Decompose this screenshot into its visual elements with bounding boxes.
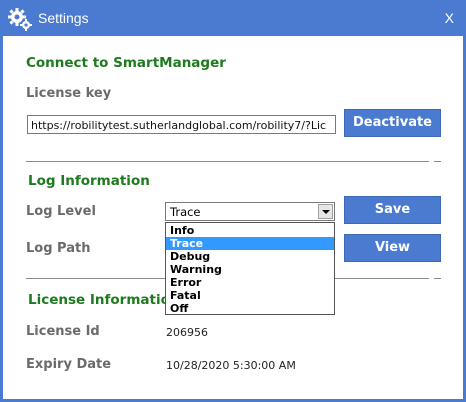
expiry-date-label: Expiry Date	[26, 357, 112, 372]
title-bar[interactable]: Settings X	[0, 0, 466, 36]
settings-window: Settings X Connect to SmartManager Licen…	[0, 0, 466, 402]
separator-1	[26, 161, 429, 162]
chevron-down-icon[interactable]	[318, 204, 333, 219]
connect-section-title: Connect to SmartManager	[26, 55, 226, 71]
dropdown-option-fatal[interactable]: Fatal	[166, 289, 334, 302]
settings-panel: Connect to SmartManager License key http…	[3, 36, 463, 399]
log-path-label: Log Path	[26, 241, 91, 256]
separator-2-tail	[434, 278, 441, 279]
dropdown-option-info[interactable]: Info	[166, 224, 334, 237]
log-level-selected-value: Trace	[170, 205, 201, 219]
log-level-label: Log Level	[26, 204, 96, 219]
license-section-title: License Information	[28, 292, 180, 308]
close-button[interactable]: X	[445, 10, 454, 26]
dropdown-option-trace[interactable]: Trace	[166, 237, 334, 250]
window-title: Settings	[38, 10, 89, 26]
save-button[interactable]: Save	[344, 196, 441, 224]
license-id-label: License Id	[26, 324, 100, 339]
view-button[interactable]: View	[344, 234, 441, 262]
deactivate-button[interactable]: Deactivate	[344, 109, 441, 137]
dropdown-option-off[interactable]: Off	[166, 302, 334, 315]
dropdown-option-error[interactable]: Error	[166, 276, 334, 289]
dropdown-option-debug[interactable]: Debug	[166, 250, 334, 263]
log-level-select[interactable]: Trace	[165, 202, 335, 221]
expiry-date-value: 10/28/2020 5:30:00 AM	[166, 359, 296, 372]
log-level-dropdown-list[interactable]: Info Trace Debug Warning Error Fatal Off	[165, 222, 335, 315]
gear-icon	[8, 8, 32, 31]
license-key-label: License key	[26, 86, 112, 101]
license-id-value: 206956	[166, 326, 208, 339]
separator-1-tail	[434, 161, 441, 162]
license-key-input[interactable]: https://robilitytest.sutherlandglobal.co…	[27, 115, 336, 134]
dropdown-option-warning[interactable]: Warning	[166, 263, 334, 276]
log-section-title: Log Information	[28, 173, 150, 189]
